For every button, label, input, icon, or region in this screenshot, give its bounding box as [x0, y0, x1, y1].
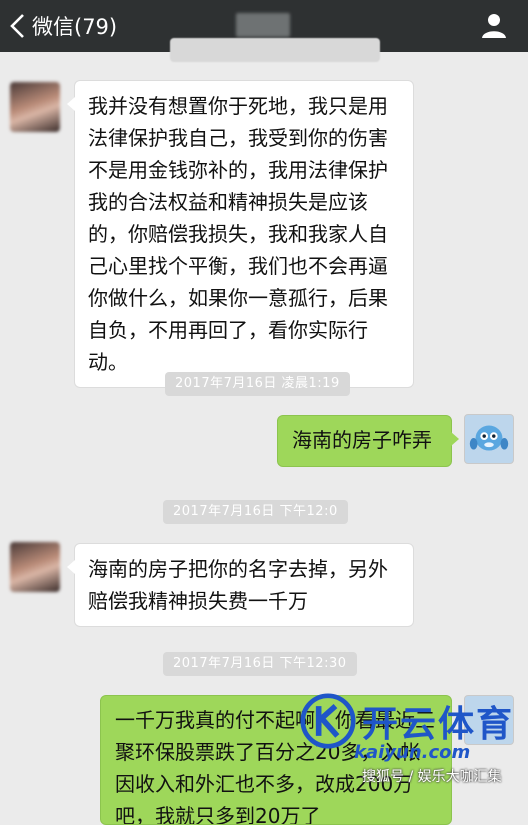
timestamp: 2017年7月16日 下午12:30 [163, 652, 357, 676]
message-bubble-received[interactable]: 我并没有想置你于死地，我只是用法律保护我自己，我受到你的伤害不是用金钱弥补的，我… [67, 80, 414, 388]
contact-avatar[interactable] [10, 82, 60, 132]
cartoon-avatar-icon [469, 425, 509, 451]
timestamp [170, 38, 380, 62]
chevron-left-icon [10, 14, 24, 38]
person-icon[interactable] [480, 11, 508, 39]
back-label: 微信(79) [32, 15, 118, 39]
timestamp: 2017年7月16日 凌晨1:19 [165, 372, 350, 396]
message-bubble-sent[interactable]: 海南的房子咋弄 [277, 415, 459, 467]
message-list[interactable]: 我并没有想置你于死地，我只是用法律保护我自己，我受到你的伤害不是用金钱弥补的，我… [0, 38, 528, 825]
watermark-brand: 开云体育 [362, 704, 515, 745]
chat-title-blurred [236, 13, 290, 37]
back-button[interactable]: 微信(79) [8, 9, 117, 43]
contact-avatar[interactable] [10, 542, 60, 592]
timestamp: 2017年7月16日 下午12:0 [163, 500, 348, 524]
message-bubble-received[interactable]: 海南的房子把你的名字去掉，另外赔偿我精神损失费一千万 [67, 543, 414, 627]
watermark-caption: 搜狐号 / 娱乐大咖汇集 [362, 769, 502, 785]
k-logo-icon [300, 693, 356, 749]
watermark-url: kaiyun.com [354, 742, 471, 763]
my-avatar[interactable] [464, 414, 514, 464]
